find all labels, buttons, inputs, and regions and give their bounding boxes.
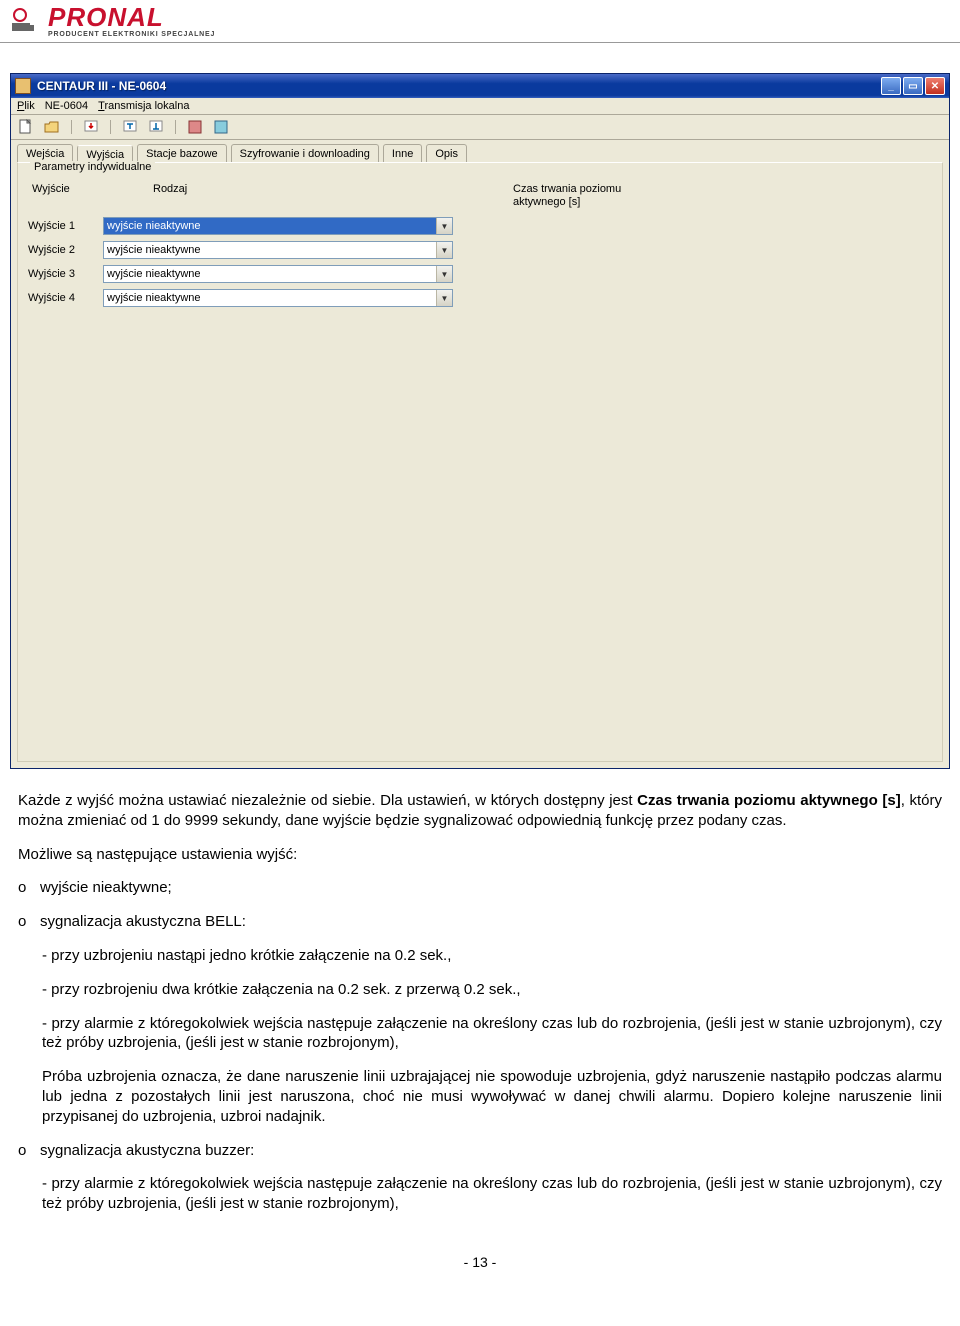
tab-wejscia[interactable]: Wejścia [17,144,73,162]
toolbar-divider [110,120,111,134]
output-type-select[interactable]: wyjście nieaktywne▼ [103,217,453,235]
toolbar-divider [71,120,72,134]
chevron-down-icon[interactable]: ▼ [436,266,452,282]
output-type-select[interactable]: wyjście nieaktywne▼ [103,241,453,259]
logo-main: PRONAL [48,4,215,30]
window-controls: _ ▭ ✕ [881,77,945,95]
output-row: Wyjście 4wyjście nieaktywne▼ [28,289,932,307]
col-rodzaj: Rodzaj [153,183,313,209]
list-item-1: o wyjście nieaktywne; [18,878,942,898]
bullet-mark: o [18,878,40,898]
tab-inne[interactable]: Inne [383,144,422,162]
app-window: CENTAUR III - NE-0604 _ ▭ ✕ Plik NE-0604… [10,73,950,769]
select-value: wyjście nieaktywne [107,268,436,280]
list-item-3: o sygnalizacja akustyczna buzzer: [18,1141,942,1161]
toolbar [11,115,949,140]
chevron-down-icon[interactable]: ▼ [436,290,452,306]
select-value: wyjście nieaktywne [107,244,436,256]
groupbox-parametry: Parametry indywidualne Wyjście Rodzaj Cz… [17,162,943,762]
subitem-1: - przy uzbrojeniu nastąpi jedno krótkie … [42,946,942,966]
document-body: Każde z wyjść można ustawiać niezależnie… [0,779,960,1248]
output-type-select[interactable]: wyjście nieaktywne▼ [103,265,453,283]
list-item-2: o sygnalizacja akustyczna BELL: [18,912,942,932]
output-row: Wyjście 3wyjście nieaktywne▼ [28,265,932,283]
minimize-button[interactable]: _ [881,77,901,95]
col-czas: Czas trwania poziomu aktywnego [s] [513,183,653,209]
select-value: wyjście nieaktywne [107,292,436,304]
output-type-select[interactable]: wyjście nieaktywne▼ [103,289,453,307]
close-button[interactable]: ✕ [925,77,945,95]
titlebar: CENTAUR III - NE-0604 _ ▭ ✕ [11,74,949,98]
transfer-up-icon[interactable] [147,118,165,136]
chevron-down-icon[interactable]: ▼ [436,242,452,258]
row-label: Wyjście 2 [28,244,103,256]
action-b-icon[interactable] [212,118,230,136]
logo-text-block: PRONAL PRODUCENT ELEKTRONIKI SPECJALNEJ [48,4,215,38]
columns-header: Wyjście Rodzaj Czas trwania poziomu akty… [28,183,932,209]
toolbar-divider [175,120,176,134]
download-icon[interactable] [82,118,100,136]
new-file-icon[interactable] [17,118,35,136]
paragraph-2: Możliwe są następujące ustawienia wyjść: [18,845,942,865]
group-title: Parametry indywidualne [30,161,155,173]
page-header: PRONAL PRODUCENT ELEKTRONIKI SPECJALNEJ [0,0,960,43]
select-value: wyjście nieaktywne [107,220,436,232]
tabbar: Wejścia Wyjścia Stacje bazowe Szyfrowani… [11,140,949,162]
col-wyjscie: Wyjście [28,183,103,209]
tab-szyfrowanie[interactable]: Szyfrowanie i downloading [231,144,379,162]
action-a-icon[interactable] [186,118,204,136]
page-number: - 13 - [0,1248,960,1280]
logo-sub: PRODUCENT ELEKTRONIKI SPECJALNEJ [48,31,215,38]
output-row: Wyjście 2wyjście nieaktywne▼ [28,241,932,259]
subitem-4: - przy alarmie z któregokolwiek wejścia … [42,1174,942,1214]
tab-opis[interactable]: Opis [426,144,467,162]
paragraph-3: Próba uzbrojenia oznacza, że dane narusz… [42,1067,942,1126]
window-title: CENTAUR III - NE-0604 [37,79,881,93]
output-row: Wyjście 1wyjście nieaktywne▼ [28,217,932,235]
menubar: Plik NE-0604 Transmisja lokalna [11,98,949,115]
bullet-mark: o [18,912,40,932]
paragraph-1: Każde z wyjść można ustawiać niezależnie… [18,791,942,831]
menu-transmisja[interactable]: Transmisja lokalna [98,100,189,112]
subitem-3: - przy alarmie z któregokolwiek wejścia … [42,1014,942,1054]
menu-plik[interactable]: Plik [17,100,35,112]
maximize-button[interactable]: ▭ [903,77,923,95]
logo-icon [10,7,42,35]
row-label: Wyjście 1 [28,220,103,232]
tab-stacje[interactable]: Stacje bazowe [137,144,227,162]
subitem-2: - przy rozbrojeniu dwa krótkie załączeni… [42,980,942,1000]
menu-ne0604[interactable]: NE-0604 [45,100,88,112]
tab-content: Parametry indywidualne Wyjście Rodzaj Cz… [11,162,949,768]
transfer-down-icon[interactable] [121,118,139,136]
row-label: Wyjście 4 [28,292,103,304]
app-icon [15,78,31,94]
open-file-icon[interactable] [43,118,61,136]
chevron-down-icon[interactable]: ▼ [436,218,452,234]
bullet-mark: o [18,1141,40,1161]
row-label: Wyjście 3 [28,268,103,280]
